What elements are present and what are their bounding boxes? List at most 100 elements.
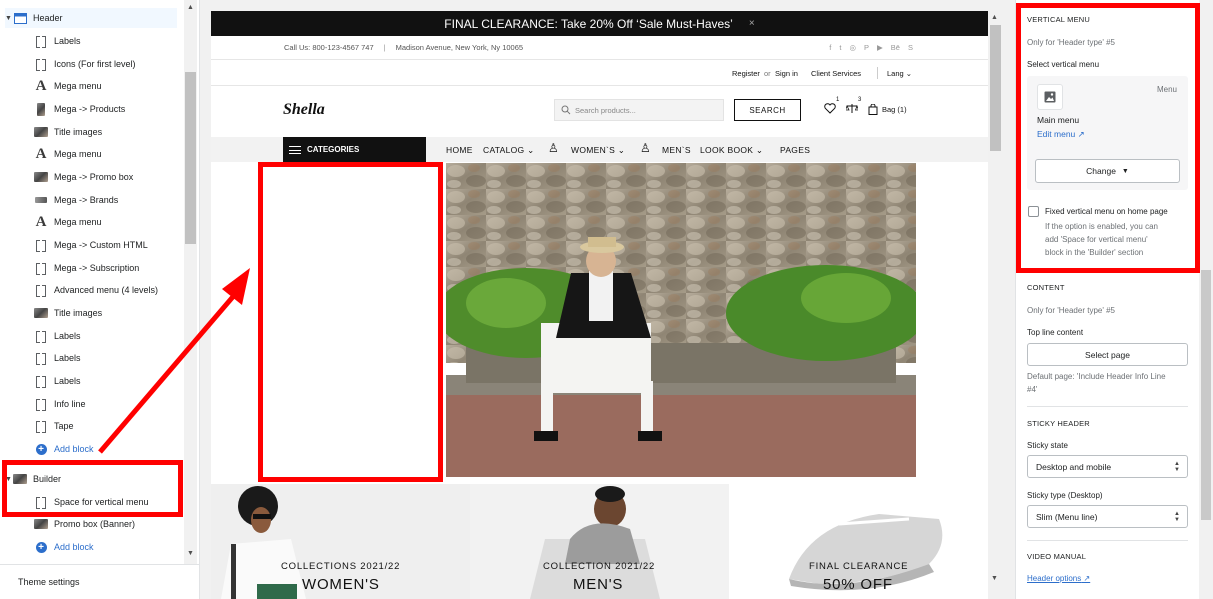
tree-item-label: Info line (54, 399, 86, 409)
nav-mens[interactable]: MEN`S (662, 145, 691, 155)
settings-scroll-thumb[interactable] (1201, 270, 1211, 520)
select-page-button[interactable]: Select page (1027, 343, 1188, 366)
header-options-link[interactable]: Header options ↗ (1027, 574, 1090, 583)
social-icon[interactable]: t (839, 43, 841, 52)
sticky-type-label: Sticky type (Desktop) (1027, 491, 1103, 500)
block-title-images[interactable]: Title images (34, 303, 102, 323)
tree-item-label: Labels (54, 36, 81, 46)
social-icon[interactable]: ◎ (849, 43, 856, 52)
block-advanced-menu-4-levels[interactable]: Advanced menu (4 levels) (34, 280, 158, 300)
social-icon[interactable]: Bē (891, 43, 900, 52)
chevron-down-icon[interactable]: ▼ (5, 15, 13, 22)
sticky-state-select[interactable]: Desktop and mobile ▲ ▼ (1027, 455, 1188, 478)
tree-item-label: Icons (For first level) (54, 59, 136, 69)
block-labels[interactable]: Labels (34, 371, 81, 391)
scroll-up-icon[interactable]: ▲ (187, 4, 194, 11)
chevron-down-icon: ⌄ (755, 145, 764, 155)
tree-item-label: Mega -> Promo box (54, 172, 134, 182)
preview-scrollbar[interactable]: ▲ ▼ (988, 11, 1002, 589)
preview-scroll-thumb[interactable] (990, 25, 1001, 151)
tree-item-label: Tape (54, 421, 74, 431)
social-icon[interactable]: f (829, 43, 831, 52)
nav-womens[interactable]: WOMEN`S ⌄ (571, 145, 625, 156)
block-promo-box-banner[interactable]: Promo box (Banner) (34, 514, 135, 534)
add-block-button[interactable]: + Add block (34, 439, 94, 459)
lang-selector[interactable]: Lang ⌄ (887, 69, 912, 78)
register-link[interactable]: Register (732, 69, 760, 78)
tree-item-label: Promo box (Banner) (54, 519, 136, 529)
block-mega-promo-box[interactable]: Mega -> Promo box (34, 167, 133, 187)
chevron-down-icon: ⌄ (617, 145, 626, 155)
block-tape[interactable]: Tape (34, 416, 74, 436)
nav-home[interactable]: HOME (446, 145, 473, 155)
nav-catalog[interactable]: CATALOG ⌄ (483, 145, 535, 156)
nav-pages[interactable]: PAGES (780, 145, 810, 155)
block-labels[interactable]: Labels (34, 31, 81, 51)
social-icon[interactable]: ▶ (877, 43, 883, 52)
settings-scrollbar[interactable] (1199, 0, 1213, 599)
add-block-button[interactable]: + Add block (34, 537, 94, 557)
block-mega-custom-html[interactable]: Mega -> Custom HTML (34, 235, 148, 255)
social-icon[interactable]: P (864, 43, 869, 52)
top-line-content-label: Top line content (1027, 328, 1084, 337)
block-icon (34, 397, 48, 411)
block-mega-menu[interactable]: A Mega menu (34, 212, 102, 232)
block-icon (34, 261, 48, 275)
tree-item-label: Add block (54, 444, 94, 454)
tree-item-label: Advanced menu (4 levels) (54, 285, 159, 295)
block-labels[interactable]: Labels (34, 348, 81, 368)
tree-item-label: Mega -> Subscription (54, 263, 140, 273)
block-icons-for-first-level[interactable]: Icons (For first level) (34, 54, 136, 74)
categories-button[interactable]: CATEGORIES (283, 137, 426, 162)
account-links-row: Register or Sign in Client Services Lang… (211, 60, 988, 86)
clearance-banner[interactable]: FINAL CLEARANCE 50% OFF (729, 484, 988, 599)
vertical-menu-space-highlight (258, 162, 443, 482)
block-icon (34, 57, 48, 71)
block-info-line[interactable]: Info line (34, 394, 86, 414)
nav-catalog-label: CATALOG (483, 145, 525, 155)
block-mega-subscription[interactable]: Mega -> Subscription (34, 258, 139, 278)
scroll-down-icon[interactable]: ▼ (187, 550, 194, 557)
hero-banner-image[interactable] (446, 163, 916, 477)
mens-collection-banner[interactable]: COLLECTION 2021/22 MEN'S (470, 484, 729, 599)
tree-item-label: Mega -> Custom HTML (54, 240, 148, 250)
client-services-link[interactable]: Client Services (811, 69, 861, 78)
block-title-images[interactable]: Title images (34, 122, 102, 142)
store-logo[interactable]: Shella (283, 101, 325, 119)
block-labels[interactable]: Labels (34, 326, 81, 346)
hanger-icon: ♙ (640, 141, 652, 155)
sticky-state-value: Desktop and mobile (1036, 461, 1112, 472)
signin-link[interactable]: Sign in (775, 69, 798, 78)
scroll-up-icon[interactable]: ▲ (991, 14, 998, 21)
tree-item-label: Labels (54, 353, 81, 363)
tree-item-label: Mega menu (54, 217, 102, 227)
womens-collection-banner[interactable]: COLLECTIONS 2021/22 WOMEN'S (211, 484, 470, 599)
vertical-menu-highlight (1016, 3, 1200, 273)
tree-item-label: Labels (54, 376, 81, 386)
wishlist-button[interactable]: 1 (824, 97, 839, 116)
tree-item-label: Mega -> Products (54, 104, 126, 114)
default-page-line-1: Default page: 'Include Header Info Line (1027, 372, 1166, 381)
clearance-title: 50% OFF (823, 576, 893, 593)
close-icon[interactable]: × (749, 18, 755, 29)
block-mega-menu[interactable]: A Mega menu (34, 76, 102, 96)
social-icon[interactable]: S (908, 43, 913, 52)
compare-button[interactable]: 3 (844, 97, 861, 116)
sticky-type-select[interactable]: Slim (Menu line) ▲ ▼ (1027, 505, 1188, 528)
search-button[interactable]: SEARCH (734, 99, 801, 121)
navigation-bar: CATEGORIES HOME CATALOG ⌄ ♙ WOMEN`S ⌄ ♙ … (211, 137, 988, 162)
block-mega-products[interactable]: Mega -> Products (34, 99, 125, 119)
bag-button[interactable]: Bag (1) (868, 104, 907, 115)
announcement-text[interactable]: FINAL CLEARANCE: Take 20% Off ‘Sale Must… (444, 17, 733, 31)
womens-collection-title: WOMEN'S (302, 576, 380, 593)
sidebar-scroll-thumb[interactable] (185, 72, 196, 244)
theme-settings-link[interactable]: Theme settings (18, 577, 80, 587)
search-input[interactable]: Search products... (554, 99, 724, 121)
scroll-down-icon[interactable]: ▼ (991, 575, 998, 582)
section-header[interactable]: ▼ Header (5, 8, 177, 28)
block-mega-brands[interactable]: Mega -> Brands (34, 190, 118, 210)
block-mega-menu[interactable]: A Mega menu (34, 144, 102, 164)
image-thumbnail-icon (34, 306, 48, 320)
sidebar-scrollbar[interactable]: ▲ ▼ (184, 0, 197, 564)
nav-lookbook[interactable]: LOOK BOOK ⌄ (700, 145, 763, 156)
